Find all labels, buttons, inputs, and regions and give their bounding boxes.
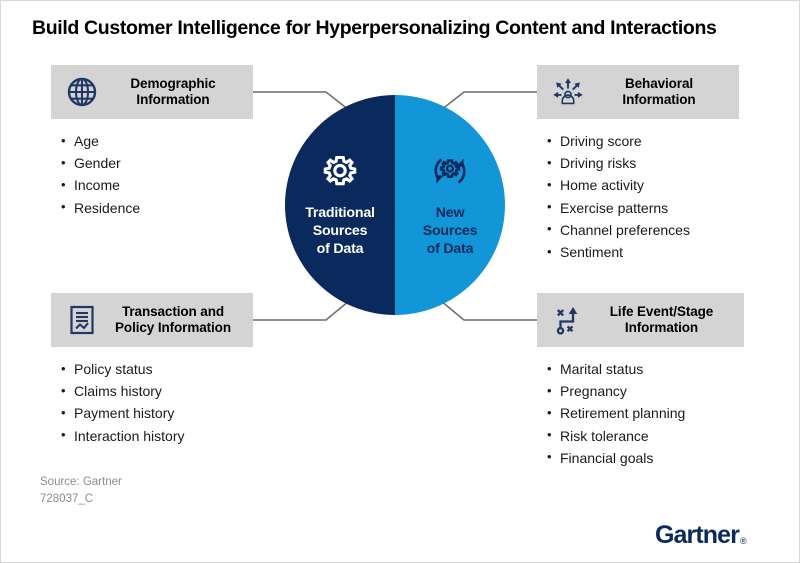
- card-transaction-list: Policy status Claims history Payment his…: [51, 357, 253, 447]
- card-demographic-list: Age Gender Income Residence: [51, 129, 253, 219]
- list-item: Retirement planning: [547, 402, 744, 424]
- new-line-1: New: [435, 205, 465, 222]
- person-arrows-icon: [551, 75, 585, 109]
- card-demographic-header: Demographic Information: [51, 65, 253, 119]
- card-behavioral-list: Driving score Driving risks Home activit…: [537, 129, 739, 263]
- document-id: 728037_C: [40, 493, 94, 505]
- new-line-2: Sources: [422, 223, 478, 240]
- list-item: Exercise patterns: [547, 196, 739, 219]
- card-transaction-title: Transaction and Policy Information: [105, 304, 245, 337]
- list-item: Driving risks: [547, 152, 739, 174]
- gear-refresh-icon: [430, 151, 470, 196]
- card-demographic-title: Demographic Information: [105, 76, 245, 109]
- card-transaction: Transaction and Policy Information Polic…: [51, 293, 253, 447]
- card-behavioral-title: Behavioral Information: [591, 76, 731, 109]
- document-chart-icon: [65, 303, 99, 337]
- new-line-3: of Data: [426, 240, 474, 257]
- traditional-sources-label: Traditional Sources of Data: [305, 205, 375, 259]
- card-behavioral-header: Behavioral Information: [537, 65, 739, 119]
- list-item: Claims history: [61, 380, 253, 402]
- card-demographic-title-line2: Information: [136, 92, 210, 107]
- globe-icon: [65, 75, 99, 109]
- list-item: Sentiment: [547, 241, 739, 263]
- gartner-logo: Gartner ®: [655, 521, 747, 550]
- list-item: Interaction history: [61, 424, 253, 447]
- list-item: Marital status: [547, 357, 744, 380]
- source-note: Source: Gartner 728037_C: [40, 474, 122, 508]
- list-item: Risk tolerance: [547, 424, 744, 447]
- card-demographic: Demographic Information Age Gender Incom…: [51, 65, 253, 219]
- new-sources-half: New Sources of Data: [395, 95, 505, 315]
- card-behavioral-title-line1: Behavioral: [624, 75, 694, 91]
- card-lifeevent-title-line2: Information: [624, 320, 699, 335]
- traditional-line-2: Sources: [312, 223, 368, 240]
- card-lifeevent-list: Marital status Pregnancy Retirement plan…: [537, 357, 744, 469]
- list-item: Pregnancy: [547, 380, 744, 402]
- source-line: Source: Gartner: [40, 476, 122, 488]
- card-behavioral-title-line2: Information: [622, 92, 696, 107]
- list-item: Financial goals: [547, 446, 744, 469]
- card-lifeevent: Life Event/Stage Information Marital sta…: [537, 293, 744, 469]
- list-item: Income: [61, 174, 253, 196]
- list-item: Age: [61, 129, 253, 152]
- traditional-line-1: Traditional: [305, 205, 375, 222]
- center-circle: Traditional Sources of Data New Sources …: [285, 95, 505, 315]
- strategy-path-icon: [551, 303, 585, 337]
- card-behavioral: Behavioral Information Driving score Dri…: [537, 65, 739, 263]
- card-lifeevent-title: Life Event/Stage Information: [591, 304, 736, 337]
- card-lifeevent-title-line1: Life Event/Stage: [609, 303, 714, 319]
- card-transaction-title-line2: Policy Information: [115, 320, 231, 335]
- traditional-line-3: of Data: [316, 240, 364, 257]
- list-item: Payment history: [61, 402, 253, 424]
- new-sources-label: New Sources of Data: [423, 205, 478, 259]
- card-transaction-header: Transaction and Policy Information: [51, 293, 253, 347]
- list-item: Residence: [61, 196, 253, 219]
- page-title: Build Customer Intelligence for Hyperper…: [32, 17, 717, 39]
- gartner-logo-text: Gartner: [655, 521, 740, 549]
- registered-trademark-icon: ®: [740, 536, 747, 546]
- list-item: Driving score: [547, 129, 739, 152]
- gear-icon: [320, 151, 360, 196]
- list-item: Policy status: [61, 357, 253, 380]
- list-item: Home activity: [547, 174, 739, 196]
- card-lifeevent-header: Life Event/Stage Information: [537, 293, 744, 347]
- list-item: Gender: [61, 152, 253, 174]
- list-item: Channel preferences: [547, 218, 739, 241]
- traditional-sources-half: Traditional Sources of Data: [285, 95, 395, 315]
- card-demographic-title-line1: Demographic: [130, 75, 216, 91]
- card-transaction-title-line1: Transaction and: [121, 303, 225, 319]
